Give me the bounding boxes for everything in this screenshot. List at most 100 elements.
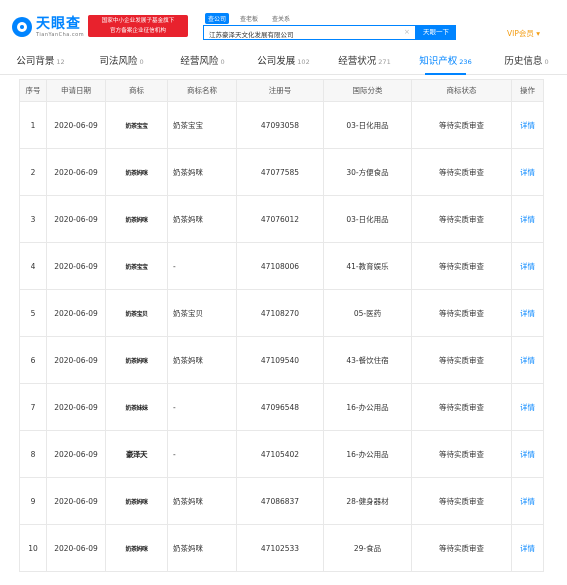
tab-history[interactable]: 历史信息 0: [486, 51, 567, 74]
cell-status: 等待实质审查: [411, 430, 512, 478]
tab-business-risk[interactable]: 经营风险 0: [162, 51, 243, 74]
top-header: 天眼查 TianYanCha.com 国家中小企业发展子基金旗下 官方备案企业征…: [0, 0, 567, 48]
badge-line-1: 国家中小企业发展子基金旗下: [101, 18, 175, 24]
search-tab-boss[interactable]: 查老板: [237, 13, 261, 24]
cell-date: 2020-06-09: [46, 524, 106, 572]
detail-link[interactable]: 详情: [511, 524, 544, 572]
detail-link[interactable]: 详情: [511, 101, 544, 149]
cell-name: 奶茶妈咪: [167, 524, 237, 572]
search-button[interactable]: 天眼一下: [416, 25, 456, 40]
table-row: 2 2020-06-09 奶茶妈咪 奶茶妈咪 47077585 30-方便食品 …: [19, 148, 544, 196]
cell-reg: 47096548: [236, 383, 324, 431]
trademark-image[interactable]: 奶茶妈咪: [105, 336, 168, 384]
cell-class: 03-日化用品: [323, 101, 412, 149]
cell-index: 8: [19, 430, 47, 478]
detail-link[interactable]: 详情: [511, 289, 544, 337]
trademark-image[interactable]: 奶茶宝贝: [105, 289, 168, 337]
cell-status: 等待实质审查: [411, 524, 512, 572]
trademark-image[interactable]: 豪泽天: [105, 430, 168, 478]
cell-index: 7: [19, 383, 47, 431]
cell-name: 奶茶妈咪: [167, 477, 237, 525]
tab-count: 0: [139, 58, 144, 66]
detail-link[interactable]: 详情: [511, 430, 544, 478]
tab-intellectual-property[interactable]: 知识产权 236: [405, 51, 486, 75]
cell-index: 10: [19, 524, 47, 572]
cell-reg: 47077585: [236, 148, 324, 196]
trademark-image[interactable]: 奶茶妈咪: [105, 524, 168, 572]
clear-icon[interactable]: ×: [404, 28, 410, 36]
cell-date: 2020-06-09: [46, 336, 106, 384]
vip-menu[interactable]: VIP会员 ▾: [507, 28, 540, 39]
cell-status: 等待实质审查: [411, 289, 512, 337]
detail-link[interactable]: 详情: [511, 148, 544, 196]
cell-name: 奶茶宝宝: [167, 101, 237, 149]
tab-count: 12: [56, 58, 65, 66]
table-row: 5 2020-06-09 奶茶宝贝 奶茶宝贝 47108270 05-医药 等待…: [19, 289, 544, 337]
cell-date: 2020-06-09: [46, 289, 106, 337]
cell-status: 等待实质审查: [411, 477, 512, 525]
header-action: 操作: [511, 79, 544, 102]
cell-class: 29-食品: [323, 524, 412, 572]
logo-title: 天眼查: [36, 15, 81, 32]
tab-count: 271: [378, 58, 391, 66]
cell-index: 6: [19, 336, 47, 384]
cell-class: 03-日化用品: [323, 195, 412, 243]
cell-class: 28-健身器材: [323, 477, 412, 525]
header-apply-date: 申请日期: [46, 79, 106, 102]
cell-date: 2020-06-09: [46, 148, 106, 196]
trademark-image[interactable]: 奶茶宝宝: [105, 242, 168, 290]
header-trademark: 商标: [105, 79, 168, 102]
cell-status: 等待实质审查: [411, 242, 512, 290]
cell-index: 9: [19, 477, 47, 525]
trademark-table: 序号 申请日期 商标 商标名称 注册号 国际分类 商标状态 操作 1 2020-…: [19, 79, 544, 572]
cell-class: 05-医药: [323, 289, 412, 337]
cell-date: 2020-06-09: [46, 101, 106, 149]
tab-judicial-risk[interactable]: 司法风险 0: [81, 51, 162, 74]
cell-name: -: [167, 430, 237, 478]
tab-count: 102: [297, 58, 310, 66]
cell-class: 41-教育娱乐: [323, 242, 412, 290]
detail-link[interactable]: 详情: [511, 477, 544, 525]
trademark-image[interactable]: 奶茶妈咪: [105, 477, 168, 525]
tab-count: 236: [459, 58, 472, 66]
tianyancha-logo-icon: [12, 17, 32, 37]
trademark-image[interactable]: 奶茶妈咪: [105, 195, 168, 243]
cell-status: 等待实质审查: [411, 336, 512, 384]
table-row: 3 2020-06-09 奶茶妈咪 奶茶妈咪 47076012 03-日化用品 …: [19, 195, 544, 243]
detail-link[interactable]: 详情: [511, 336, 544, 384]
cell-reg: 47109540: [236, 336, 324, 384]
trademark-image[interactable]: 奶茶宝宝: [105, 101, 168, 149]
search-input[interactable]: 江苏豪泽天文化发展有限公司: [203, 25, 416, 40]
cell-class: 30-方便食品: [323, 148, 412, 196]
header-trademark-name: 商标名称: [167, 79, 237, 102]
cell-date: 2020-06-09: [46, 383, 106, 431]
table-row: 7 2020-06-09 奶茶妹妹 - 47096548 16-办公用品 等待实…: [19, 383, 544, 431]
cell-index: 3: [19, 195, 47, 243]
table-row: 6 2020-06-09 奶茶妈咪 奶茶妈咪 47109540 43-餐饮住宿 …: [19, 336, 544, 384]
cell-name: 奶茶妈咪: [167, 336, 237, 384]
cell-name: -: [167, 383, 237, 431]
cell-class: 16-办公用品: [323, 430, 412, 478]
cell-reg: 47108006: [236, 242, 324, 290]
table-row: 1 2020-06-09 奶茶宝宝 奶茶宝宝 47093058 03-日化用品 …: [19, 101, 544, 149]
table-row: 9 2020-06-09 奶茶妈咪 奶茶妈咪 47086837 28-健身器材 …: [19, 477, 544, 525]
cell-name: 奶茶妈咪: [167, 195, 237, 243]
cell-reg: 47086837: [236, 477, 324, 525]
cell-date: 2020-06-09: [46, 477, 106, 525]
tab-operating-status[interactable]: 经营状况 271: [324, 51, 405, 74]
cell-reg: 47105402: [236, 430, 324, 478]
trademark-image[interactable]: 奶茶妈咪: [105, 148, 168, 196]
cell-index: 2: [19, 148, 47, 196]
tab-company-development[interactable]: 公司发展 102: [243, 51, 324, 74]
detail-link[interactable]: 详情: [511, 242, 544, 290]
search-tab-company[interactable]: 查公司: [205, 13, 230, 24]
header-index: 序号: [19, 79, 47, 102]
detail-link[interactable]: 详情: [511, 195, 544, 243]
tab-company-background[interactable]: 公司背景 12: [0, 51, 81, 74]
cell-name: -: [167, 242, 237, 290]
site-logo[interactable]: 天眼查 TianYanCha.com: [12, 14, 84, 40]
detail-link[interactable]: 详情: [511, 383, 544, 431]
company-nav-tabs: 公司背景 12 司法风险 0 经营风险 0 公司发展 102 经营状况 271 知识产权 2…: [0, 51, 567, 75]
trademark-image[interactable]: 奶茶妹妹: [105, 383, 168, 431]
search-tab-relation[interactable]: 查关系: [269, 13, 293, 24]
